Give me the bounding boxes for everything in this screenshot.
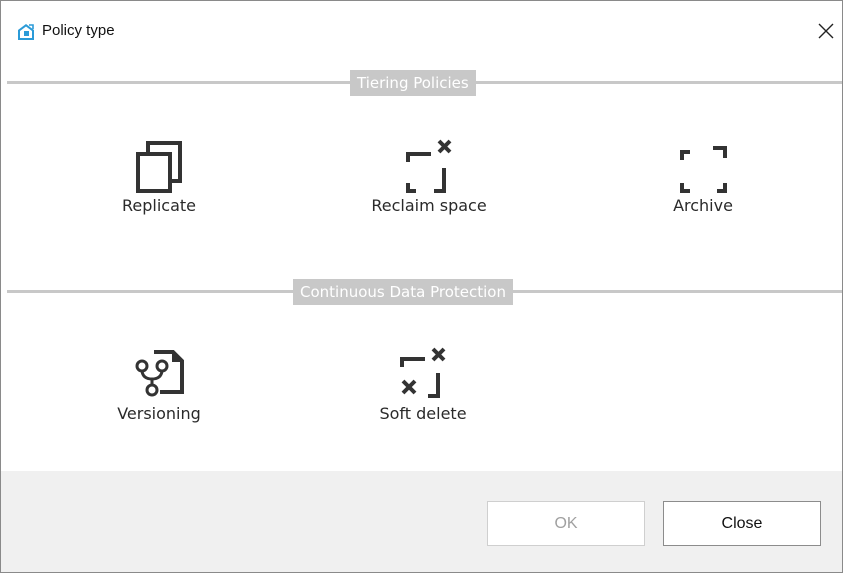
close-icon[interactable]: [816, 21, 836, 41]
versioning-icon: [132, 348, 186, 402]
archive-icon: [675, 140, 731, 198]
replicate-icon: [135, 140, 183, 198]
policy-item-versioning[interactable]: Versioning: [64, 346, 254, 446]
policy-item-label: Versioning: [117, 404, 201, 423]
policy-type-dialog: Policy type Tiering Policies Replicate R…: [0, 0, 843, 573]
policy-item-label: Archive: [673, 196, 733, 215]
policy-item-label: Reclaim space: [371, 196, 487, 215]
dialog-title: Policy type: [42, 22, 115, 39]
policy-item-reclaim-space[interactable]: Reclaim space: [334, 136, 524, 236]
policy-item-soft-delete[interactable]: Soft delete: [328, 346, 518, 446]
section-label-tiering-policies: Tiering Policies: [350, 70, 476, 96]
close-button[interactable]: Close: [663, 501, 821, 546]
policy-app-icon: [16, 23, 36, 41]
reclaim-space-icon: [404, 138, 454, 198]
dialog-footer: OK Close: [1, 471, 842, 572]
policy-item-label: Soft delete: [379, 404, 467, 423]
ok-button[interactable]: OK: [487, 501, 645, 546]
policy-item-label: Replicate: [121, 196, 196, 215]
title-bar: Policy type: [1, 1, 842, 63]
policy-item-replicate[interactable]: Replicate: [64, 136, 254, 236]
section-label-continuous-data-protection: Continuous Data Protection: [293, 279, 513, 305]
soft-delete-icon: [398, 347, 448, 403]
policy-item-archive[interactable]: Archive: [608, 136, 798, 236]
